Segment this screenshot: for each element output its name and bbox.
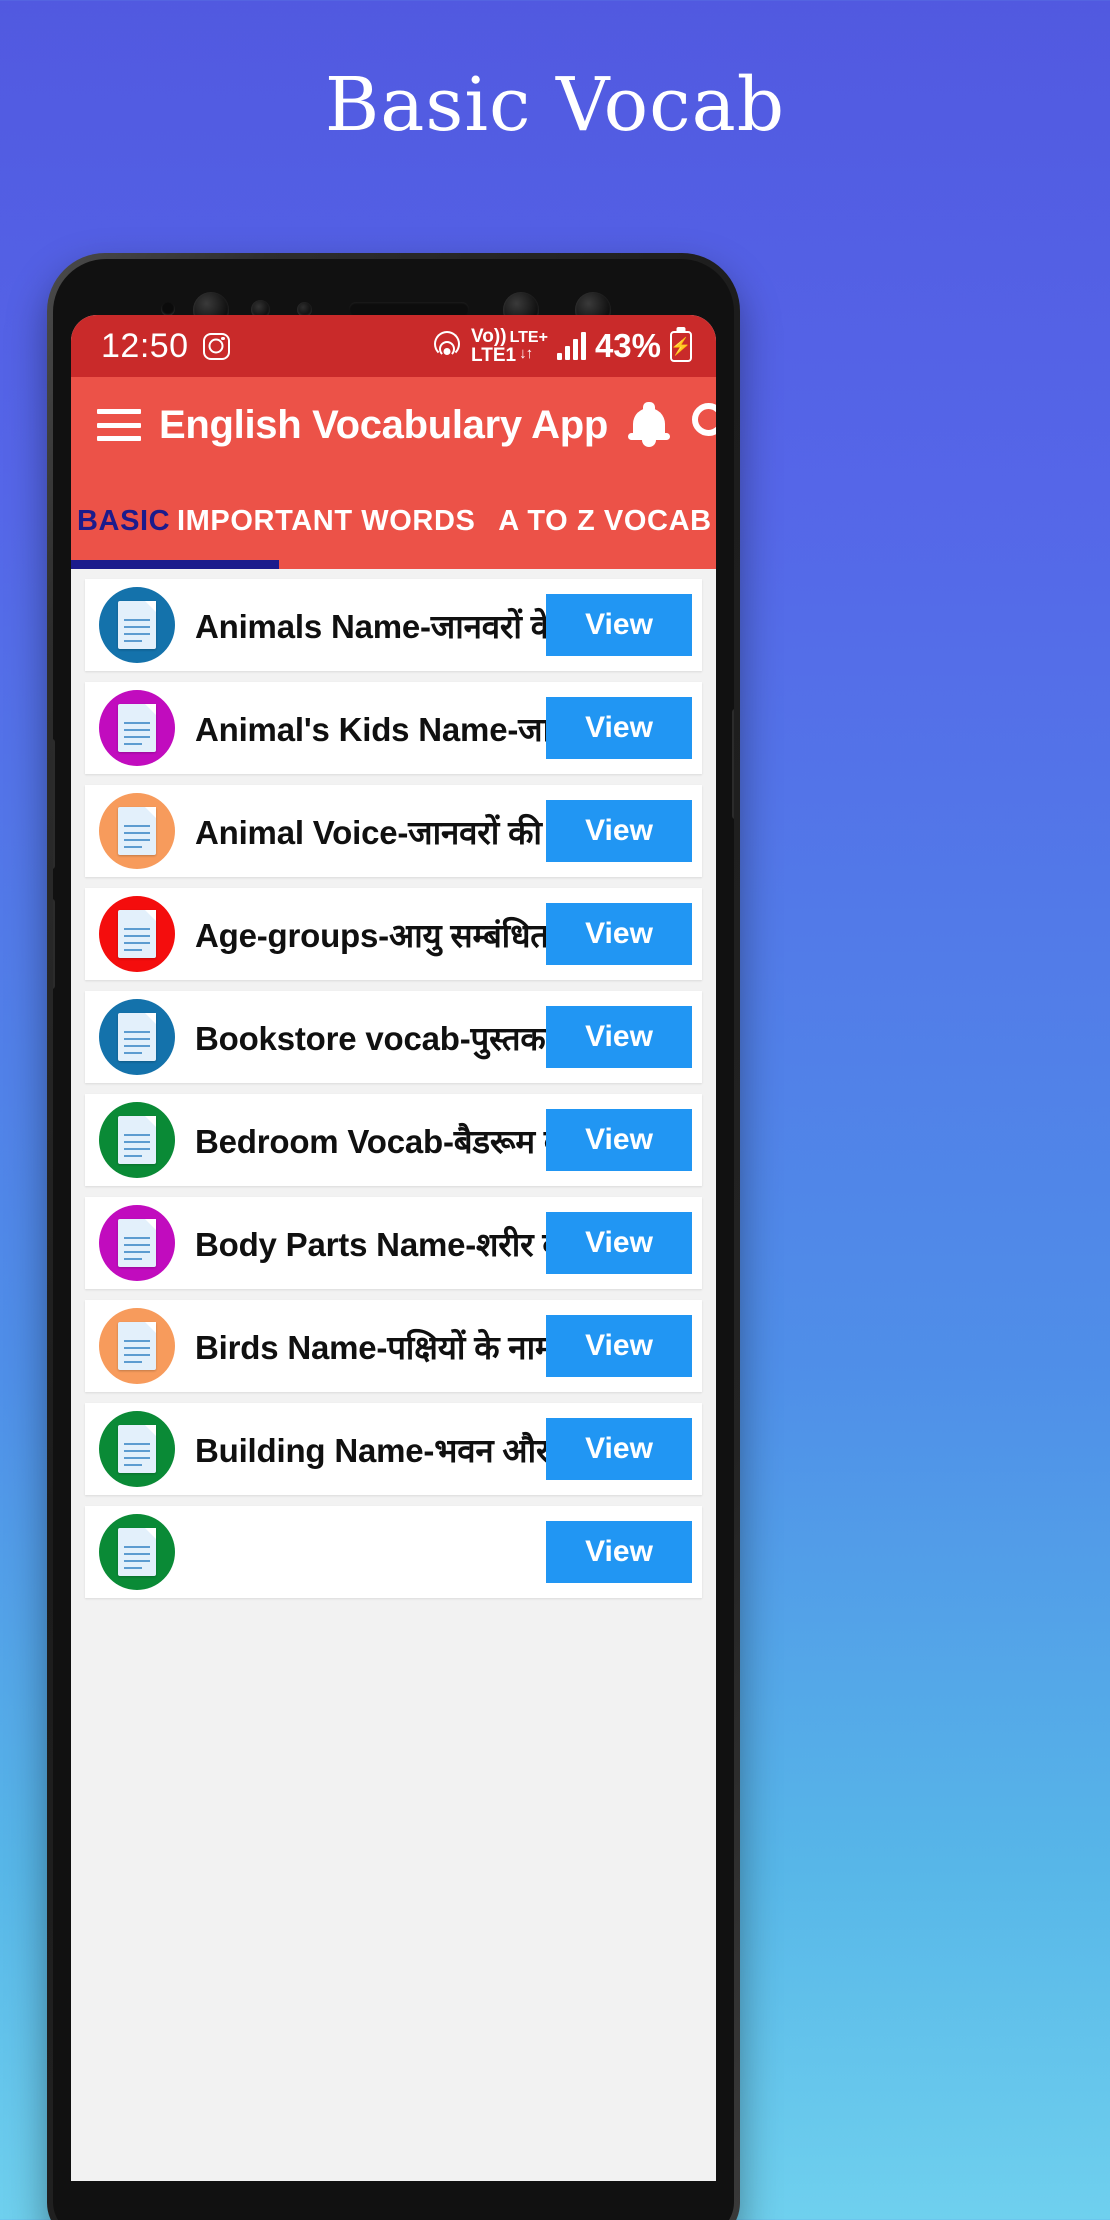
volte-indicator: Vo)) LTE+ LTE1 ↓↑ xyxy=(471,327,548,365)
list-item[interactable]: Age-groups-आयु सम्बंधित View xyxy=(85,888,702,980)
signal-bars-icon xyxy=(556,332,586,360)
tab-active-indicator xyxy=(71,560,279,569)
phone-screen: 12:50 Vo)) LTE+ LTE1 ↓↑ 43% ⚡ English Vo… xyxy=(71,315,716,2181)
app-bar: English Vocabulary App xyxy=(71,377,716,473)
earpiece-speaker xyxy=(349,302,469,316)
view-button[interactable]: View xyxy=(546,1418,692,1480)
app-title: English Vocabulary App xyxy=(159,402,609,447)
search-icon[interactable] xyxy=(690,401,716,454)
phone-mockup: 12:50 Vo)) LTE+ LTE1 ↓↑ 43% ⚡ English Vo… xyxy=(47,253,740,2220)
list-item[interactable]: Animal's Kids Name-जानवरों केView xyxy=(85,682,702,774)
status-bar-right: Vo)) LTE+ LTE1 ↓↑ 43% ⚡ xyxy=(431,327,692,365)
list-item-label: Building Name-भवन और उसे xyxy=(195,1431,546,1469)
list-item-label: Body Parts Name-शरीर के अंग xyxy=(195,1225,546,1263)
tab-a-to-z-vocab[interactable]: A TO Z VOCAB xyxy=(476,473,716,569)
power-button[interactable] xyxy=(732,709,734,819)
instagram-icon xyxy=(202,332,230,360)
list-item[interactable]: Bedroom Vocab-बैडरूम के लिएView xyxy=(85,1094,702,1186)
document-icon xyxy=(99,690,175,766)
sim-label: LTE1 xyxy=(471,345,517,366)
document-icon xyxy=(99,1102,175,1178)
list-item[interactable]: Animal Voice-जानवरों की View xyxy=(85,785,702,877)
notification-bell-icon[interactable] xyxy=(626,402,672,448)
list-item-label: Birds Name-पक्षियों के नाम xyxy=(195,1328,546,1366)
vocabulary-list[interactable]: Animals Name-जानवरों के नामViewAnimal's … xyxy=(71,569,716,2181)
list-item[interactable]: Building Name-भवन और उसेView xyxy=(85,1403,702,1495)
view-button[interactable]: View xyxy=(546,1006,692,1068)
tab-important-words[interactable]: IMPORTANT WORDS xyxy=(176,473,476,569)
document-icon xyxy=(99,896,175,972)
document-icon xyxy=(99,1308,175,1384)
page-title: Basic Vocab xyxy=(324,62,786,148)
list-item-label: Bedroom Vocab-बैडरूम के लिए xyxy=(195,1122,546,1160)
volume-down-button[interactable] xyxy=(53,899,55,989)
document-icon xyxy=(99,1205,175,1281)
data-arrows-icon: ↓↑ xyxy=(519,345,533,362)
tab-basic[interactable]: BASIC xyxy=(71,473,176,569)
list-item-label: Animal Voice-जानवरों की xyxy=(195,813,542,851)
phone-bezel: 12:50 Vo)) LTE+ LTE1 ↓↑ 43% ⚡ English Vo… xyxy=(53,259,734,2220)
list-item[interactable]: Birds Name-पक्षियों के नाम View xyxy=(85,1300,702,1392)
list-item[interactable]: Body Parts Name-शरीर के अंगView xyxy=(85,1197,702,1289)
network-type-label: LTE+ xyxy=(509,329,548,346)
hamburger-menu-icon[interactable] xyxy=(97,409,141,441)
sensor-dot-icon xyxy=(161,302,175,316)
list-item[interactable]: Animals Name-जानवरों के नामView xyxy=(85,579,702,671)
list-item-label: Animals Name-जानवरों के नाम xyxy=(195,607,546,645)
view-button[interactable]: View xyxy=(546,1212,692,1274)
document-icon xyxy=(99,999,175,1075)
list-item-label: Animal's Kids Name-जानवरों के xyxy=(195,710,546,748)
view-button[interactable]: View xyxy=(546,800,692,862)
view-button[interactable]: View xyxy=(546,1109,692,1171)
volume-up-button[interactable] xyxy=(53,739,55,869)
list-item-label: Age-groups-आयु सम्बंधित xyxy=(195,916,546,954)
view-button[interactable]: View xyxy=(546,594,692,656)
list-item-label: Bookstore vocab-पुस्तकालय xyxy=(195,1019,546,1057)
volte-label: Vo)) xyxy=(471,326,507,347)
hotspot-icon xyxy=(431,330,462,362)
document-icon xyxy=(99,1411,175,1487)
document-icon xyxy=(99,793,175,869)
status-bar-clock: 12:50 xyxy=(101,326,189,365)
status-bar-left: 12:50 xyxy=(101,327,230,366)
document-icon xyxy=(99,587,175,663)
battery-percent-label: 43% xyxy=(594,327,661,364)
battery-charging-icon: ⚡ xyxy=(670,330,692,362)
view-button[interactable]: View xyxy=(546,697,692,759)
view-button[interactable]: View xyxy=(546,903,692,965)
list-item[interactable]: Bookstore vocab-पुस्तकालयView xyxy=(85,991,702,1083)
document-icon xyxy=(99,1514,175,1590)
list-item[interactable]: View xyxy=(85,1506,702,1598)
view-button[interactable]: View xyxy=(546,1521,692,1583)
status-bar: 12:50 Vo)) LTE+ LTE1 ↓↑ 43% ⚡ xyxy=(71,315,716,377)
tab-bar: BASIC IMPORTANT WORDS A TO Z VOCAB xyxy=(71,473,716,569)
view-button[interactable]: View xyxy=(546,1315,692,1377)
